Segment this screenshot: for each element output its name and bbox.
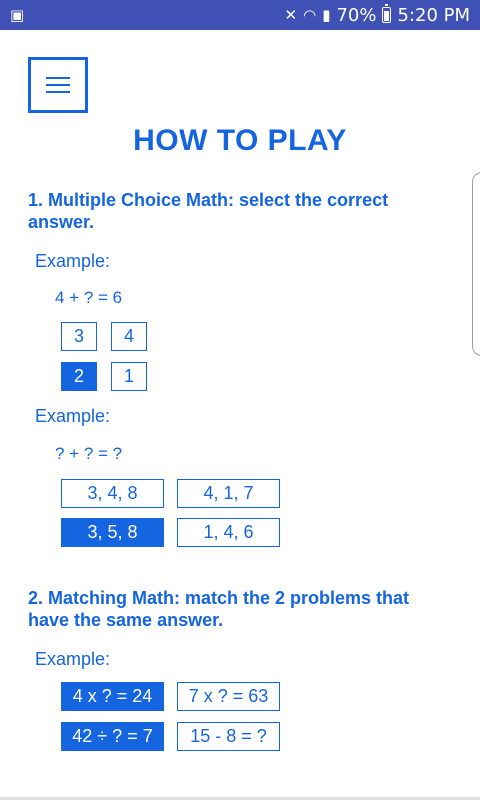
status-bar: ▣ ✕ ◠ ▮ 70% 5:20 PM	[0, 0, 480, 30]
example-equation: ? + ? = ?	[55, 444, 123, 463]
menu-button[interactable]	[28, 57, 88, 113]
battery-percent: 70%	[336, 4, 377, 26]
answer-option[interactable]: 4, 1, 7	[177, 479, 280, 508]
wifi-icon: ◠	[303, 6, 317, 24]
example-equation: 4 + ? = 6	[55, 288, 123, 307]
match-option[interactable]: 7 x ? = 63	[177, 682, 280, 711]
example-label: Example:	[35, 649, 111, 669]
example-label: Example:	[35, 406, 111, 426]
signal-icon: ▮	[322, 6, 331, 24]
side-panel-handle[interactable]	[472, 172, 480, 356]
answer-option-selected[interactable]: 3, 5, 8	[61, 518, 164, 547]
battery-icon	[382, 4, 392, 23]
match-option-selected[interactable]: 42 ÷ ? = 7	[61, 722, 164, 751]
answer-option[interactable]: 1	[111, 362, 147, 391]
notification-icon: ▣	[10, 6, 25, 24]
mute-icon: ✕	[284, 6, 298, 24]
example-label: Example:	[35, 251, 111, 271]
page-title: HOW TO PLAY	[133, 124, 347, 157]
match-option[interactable]: 15 - 8 = ?	[177, 722, 280, 751]
section-heading-matching: 2. Matching Math: match the 2 problems t…	[28, 588, 410, 630]
answer-option[interactable]: 3	[61, 322, 97, 351]
answer-option-selected[interactable]: 2	[61, 362, 97, 391]
clock: 5:20 PM	[397, 4, 470, 26]
answer-option[interactable]: 4	[111, 322, 147, 351]
match-option-selected[interactable]: 4 x ? = 24	[61, 682, 164, 711]
section-heading-multiple-choice: 1. Multiple Choice Math: select the corr…	[28, 190, 389, 232]
answer-option[interactable]: 1, 4, 6	[177, 518, 280, 547]
answer-option[interactable]: 3, 4, 8	[61, 479, 164, 508]
hamburger-menu-icon	[46, 77, 70, 93]
status-icons: ✕ ◠ ▮ 70% 5:20 PM	[284, 4, 470, 26]
